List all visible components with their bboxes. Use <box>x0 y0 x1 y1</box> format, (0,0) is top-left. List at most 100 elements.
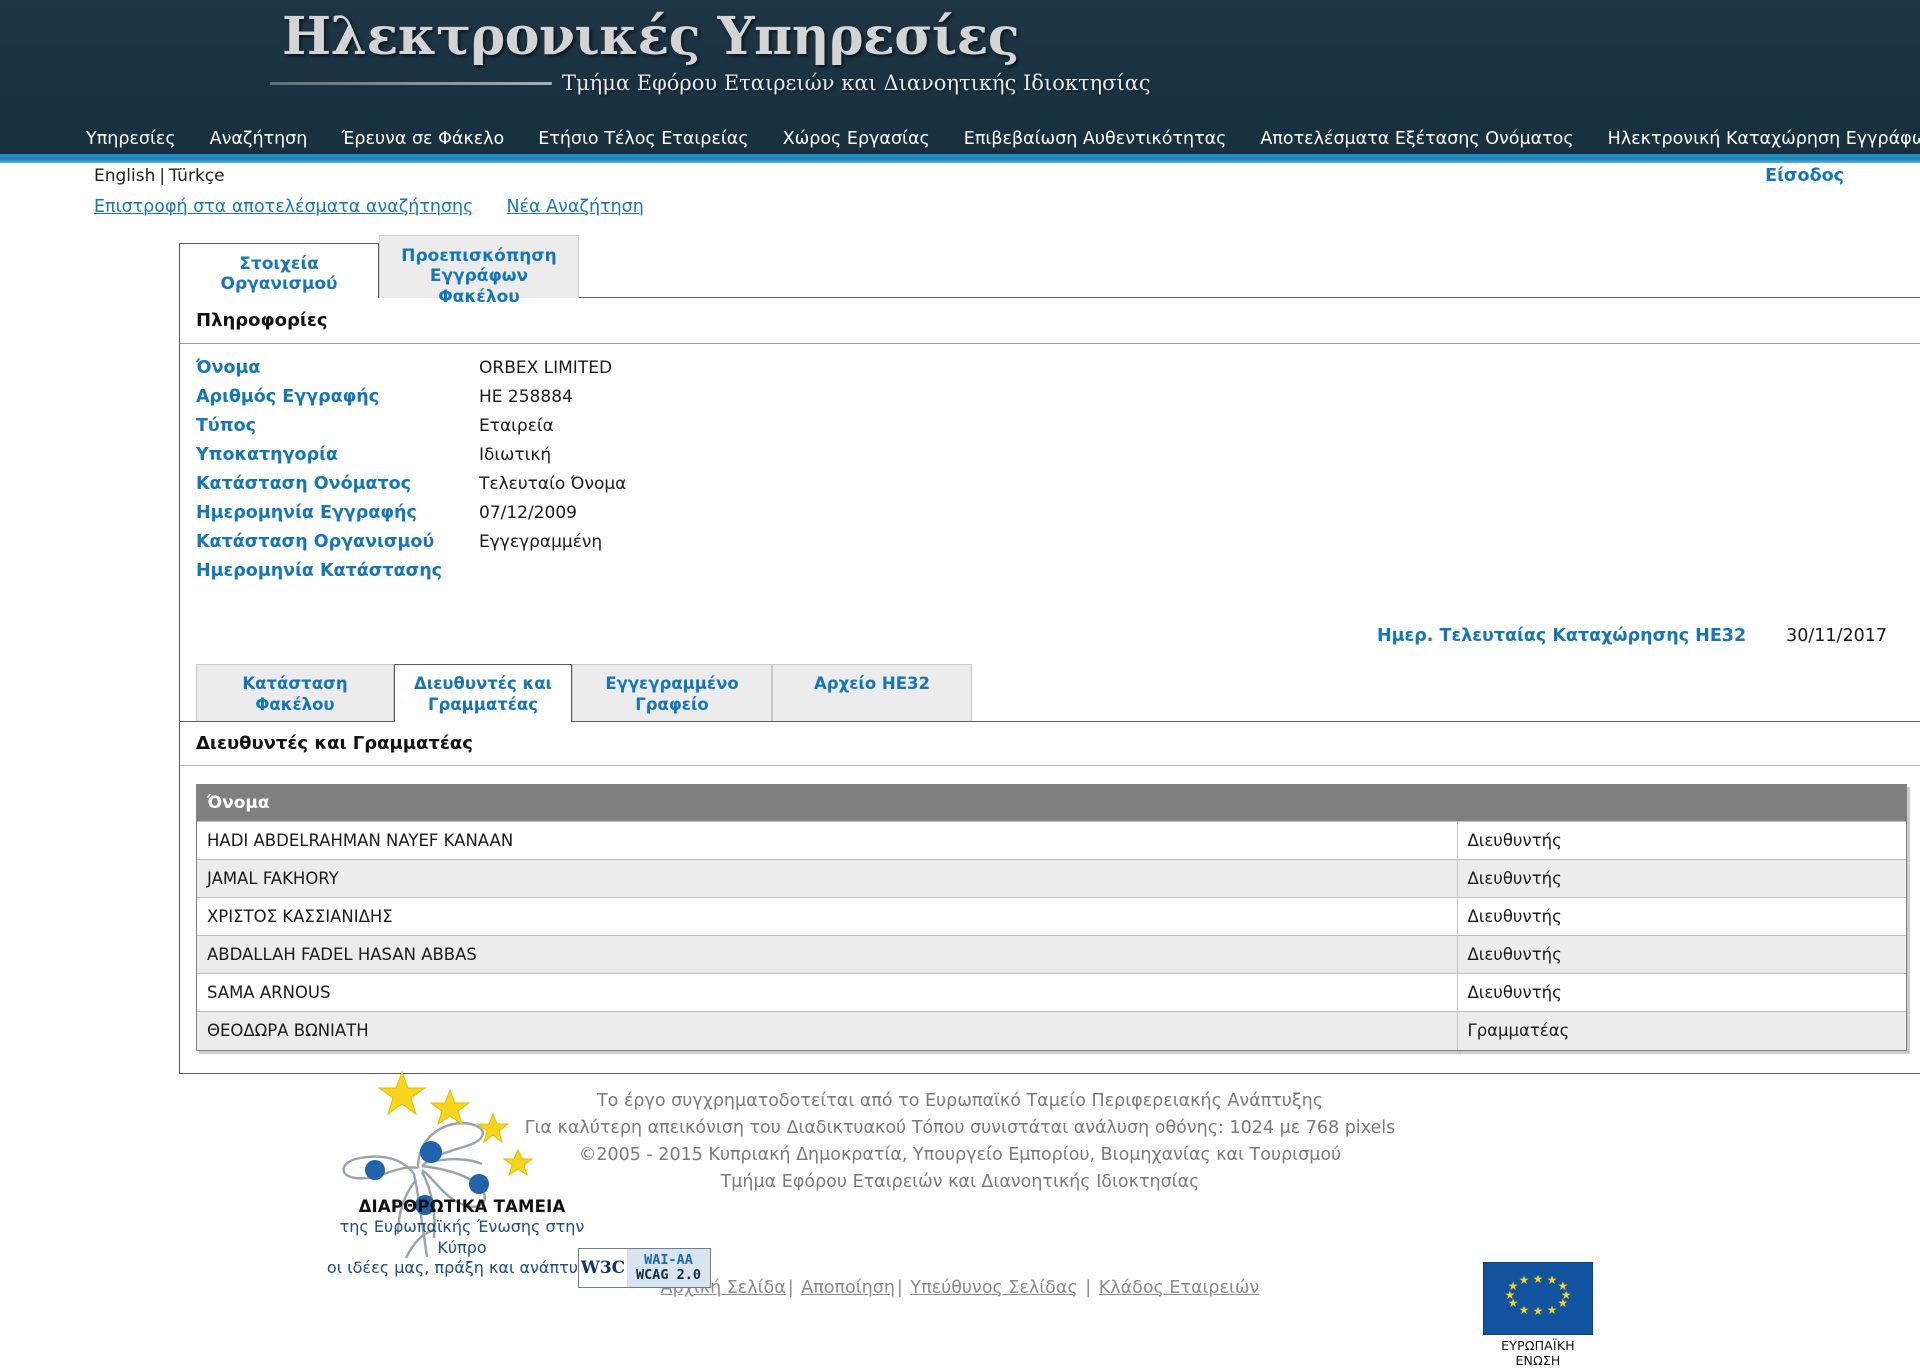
subtab-file-status-label: Κατάσταση Φακέλου <box>242 674 348 714</box>
structural-funds-caption-line3: οι ιδέες μας, πράξη και ανάπτυξη <box>326 1258 598 1278</box>
site-title: Ηλεκτρονικές Υπηρεσίες <box>282 6 1019 67</box>
info-row-name-status: Κατάσταση Ονόματος Τελευταίο Όνομα <box>196 474 1920 503</box>
nav-item-anazitisi[interactable]: Αναζήτηση <box>210 129 308 149</box>
subtab-directors-secretary-label-2: Γραμματέας <box>427 694 539 714</box>
brand-block: Ηλεκτρονικές Υπηρεσίες Τμήμα Εφόρου Εται… <box>270 6 1282 96</box>
cell-name: ΧΡΙΣΤΟΣ ΚΑΣΣΙΑΝΙΔΗΣ <box>197 897 1458 936</box>
cell-name: HADI ABDELRAHMAN NAYEF KANAAN <box>197 821 1458 860</box>
wcag-badge-version: WCAG 2.0 <box>635 1267 702 1283</box>
language-bar: English | Türkçe Είσοδος <box>0 163 1920 195</box>
cell-role: Γραμματέας <box>1457 1011 1906 1050</box>
site-footer: Το έργο συγχρηματοδοτείται από το Ευρωπα… <box>0 1080 1920 1370</box>
site-subtitle: Τμήμα Εφόρου Εταιρειών και Διανοητικής Ι… <box>562 71 1151 96</box>
cell-name: ΘΕΟΔΩΡΑ ΒΩΝΙΑΤΗ <box>197 1011 1458 1050</box>
nav-item-xoros-ergasias[interactable]: Χώρος Εργασίας <box>783 129 930 149</box>
info-row-type: Τύπος Εταιρεία <box>196 416 1920 445</box>
tab-file-documents-preview[interactable]: Προεπισκόπηση Εγγράφων Φακέλου <box>379 235 579 307</box>
wcag-conformance-badge[interactable]: W3C WAI-AA WCAG 2.0 <box>578 1248 711 1288</box>
info-label-registration-date: Ημερομηνία Εγγραφής <box>196 503 417 523</box>
info-label-status-date: Ημερομηνία Κατάστασης <box>196 561 443 581</box>
table-row[interactable]: ΘΕΟΔΩΡΑ ΒΩΝΙΑΤΗ Γραμματέας <box>197 1011 1906 1050</box>
info-value-registration-number: ΗΕ 258884 <box>479 387 573 407</box>
nav-item-epivevaiosi[interactable]: Επιβεβαίωση Αυθεντικότητας <box>964 129 1227 149</box>
table-row[interactable]: ΧΡΙΣΤΟΣ ΚΑΣΣΙΑΝΙΔΗΣ Διευθυντής <box>197 897 1906 936</box>
footer-links: Αρχική Σελίδα | Αποποίηση | Υπεύθυνος Σελί… <box>0 1278 1920 1298</box>
table-row[interactable]: ABDALLAH FADEL HASAN ABBAS Διευθυντής <box>197 935 1906 974</box>
information-field-list: Όνομα ORBEX LIMITED Αριθμός Εγγραφής ΗΕ … <box>180 344 1920 596</box>
last-he32-entry-label: Ημερ. Τελευταίας Καταχώρησης ΗΕ32 <box>1377 626 1747 646</box>
info-value-organization-status: Εγγεγραμμένη <box>479 532 603 552</box>
footer-link-sep-3: | <box>1085 1277 1092 1298</box>
table-row[interactable]: HADI ABDELRAHMAN NAYEF KANAAN Διευθυντής <box>197 821 1906 860</box>
eu-flag-caption: ΕΥΡΩΠΑΪΚΗ ΕΝΩΣΗ <box>1501 1338 1575 1368</box>
tab-organization-details-label: Στοιχεία Οργανισμού <box>220 254 338 295</box>
info-value-subcategory: Ιδιωτική <box>479 445 552 465</box>
lang-english[interactable]: English <box>94 166 155 186</box>
cell-name: ABDALLAH FADEL HASAN ABBAS <box>197 935 1458 974</box>
last-he32-entry-value: 30/11/2017 <box>1786 626 1887 646</box>
info-row-status-date: Ημερομηνία Κατάστασης <box>196 561 1920 590</box>
language-switcher[interactable]: English | Türkçe <box>94 166 225 186</box>
info-value-type: Εταιρεία <box>479 416 554 436</box>
footer-link-sep-2: | <box>896 1277 903 1298</box>
nav-item-apotelesmata[interactable]: Αποτελέσματα Εξέτασης Ονόματος <box>1260 129 1573 149</box>
table-header-role <box>1457 785 1906 822</box>
table-header-name: Όνομα <box>197 785 1457 822</box>
info-label-name: Όνομα <box>196 358 261 378</box>
info-label-type: Τύπος <box>196 416 256 436</box>
last-he32-entry-row: Ημερ. Τελευταίας Καταχώρησης ΗΕ32 30/11/… <box>180 596 1920 660</box>
footer-link-disclaimer[interactable]: Αποποίηση <box>801 1278 895 1298</box>
cell-role: Διευθυντής <box>1457 897 1906 936</box>
table-header-row: Όνομα <box>197 785 1906 822</box>
new-search-link[interactable]: Νέα Αναζήτηση <box>507 197 644 217</box>
nav-item-etisio-telos[interactable]: Ετήσιο Τέλος Εταιρείας <box>538 129 748 149</box>
info-row-registration-number: Αριθμός Εγγραφής ΗΕ 258884 <box>196 387 1920 416</box>
tab-organization-details[interactable]: Στοιχεία Οργανισμού <box>179 243 379 298</box>
main-navigation[interactable]: Υπηρεσίες Αναζήτηση Έρευνα σε Φάκελο Ετή… <box>0 125 1920 153</box>
nav-item-ypiresies[interactable]: Υπηρεσίες <box>86 129 176 149</box>
structural-funds-caption: ΔΙΑΡΘΡΩΤΙΚΑ ΤΑΜΕΙΑ της Ευρωπαϊκής Ένωσης… <box>322 1196 602 1279</box>
footer-text-block: Το έργο συγχρηματοδοτείται από το Ευρωπα… <box>0 1088 1920 1197</box>
subtab-he32-archive-label: Αρχείο ΗΕ32 <box>814 674 930 693</box>
structural-funds-caption-line1: ΔΙΑΡΘΡΩΤΙΚΑ ΤΑΜΕΙΑ <box>358 1197 566 1216</box>
lang-turkce[interactable]: Türkçe <box>169 166 224 186</box>
info-label-registration-number: Αριθμός Εγγραφής <box>196 387 380 407</box>
subtab-directors-secretary[interactable]: Διευθυντές και Γραμματέας <box>394 664 572 722</box>
cell-name: SAMA ARNOUS <box>197 973 1458 1012</box>
back-to-search-results-link[interactable]: Επιστροφή στα αποτελέσματα αναζήτησης <box>94 197 473 217</box>
lang-separator: | <box>159 166 166 186</box>
footer-link-page-owner[interactable]: Υπεύθυνος Σελίδας <box>910 1278 1077 1298</box>
footer-link-companies-section[interactable]: Κλάδος Εταιρειών <box>1099 1278 1260 1298</box>
site-header: Ηλεκτρονικές Υπηρεσίες Τμήμα Εφόρου Εται… <box>0 0 1920 163</box>
primary-tabstrip: Στοιχεία Οργανισμού Προεπισκόπηση Εγγράφ… <box>85 235 1835 307</box>
wcag-badge-text: WAI-AA WCAG 2.0 <box>627 1249 710 1287</box>
info-value-name: ORBEX LIMITED <box>479 358 613 378</box>
info-row-name: Όνομα ORBEX LIMITED <box>196 358 1920 387</box>
footer-link-sep-1: | <box>787 1277 794 1298</box>
nav-item-ilektroniki-kataxorisi[interactable]: Ηλεκτρονική Καταχώρηση Εγγράφων <box>1608 129 1920 149</box>
action-links: Επιστροφή στα αποτελέσματα αναζήτησης Νέ… <box>0 195 1920 231</box>
cell-role: Διευθυντής <box>1457 859 1906 898</box>
login-link[interactable]: Είσοδος <box>1765 166 1844 186</box>
info-label-name-status: Κατάσταση Ονόματος <box>196 474 412 494</box>
cell-role: Διευθυντής <box>1457 821 1906 860</box>
directors-panel-title: Διευθυντές και Γραμματέας <box>180 722 1920 766</box>
info-label-subcategory: Υποκατηγορία <box>196 445 338 465</box>
table-row[interactable]: SAMA ARNOUS Διευθυντής <box>197 973 1906 1012</box>
organization-details-panel: Πληροφορίες Όνομα ORBEX LIMITED Αριθμός … <box>179 297 1920 1074</box>
table-row[interactable]: JAMAL FAKHORY Διευθυντής <box>197 859 1906 898</box>
subtab-registered-office[interactable]: Εγγεγραμμένο Γραφείο <box>572 664 772 722</box>
info-row-organization-status: Κατάσταση Οργανισμού Εγγεγραμμένη <box>196 532 1920 561</box>
eu-flag-icon: ★ ★ ★ ★ ★ ★ ★ ★ ★ ★ ★ ★ <box>1483 1262 1593 1335</box>
nav-item-erevna-se-fakelo[interactable]: Έρευνα σε Φάκελο <box>341 129 504 149</box>
directors-table-container: Όνομα HADI ABDELRAHMAN NAYEF KANAAN Διευ… <box>196 784 1907 1051</box>
secondary-tabstrip: Κατάσταση Φακέλου Διευθυντές και Γραμματ… <box>180 660 1920 722</box>
subtab-directors-secretary-label-1: Διευθυντές και <box>414 674 552 693</box>
subtab-he32-archive[interactable]: Αρχείο ΗΕ32 <box>772 664 972 722</box>
main-content: Στοιχεία Οργανισμού Προεπισκόπηση Εγγράφ… <box>85 235 1920 1074</box>
eu-flag-block: ★ ★ ★ ★ ★ ★ ★ ★ ★ ★ ★ ★ ΕΥΡΩΠΑΪΚΗ ΕΝΩΣΗ <box>1483 1262 1593 1368</box>
directors-table: Όνομα HADI ABDELRAHMAN NAYEF KANAAN Διευ… <box>197 785 1906 1050</box>
cell-name: JAMAL FAKHORY <box>197 859 1458 898</box>
cell-role: Διευθυντής <box>1457 973 1906 1012</box>
subtab-file-status[interactable]: Κατάσταση Φακέλου <box>196 664 394 722</box>
